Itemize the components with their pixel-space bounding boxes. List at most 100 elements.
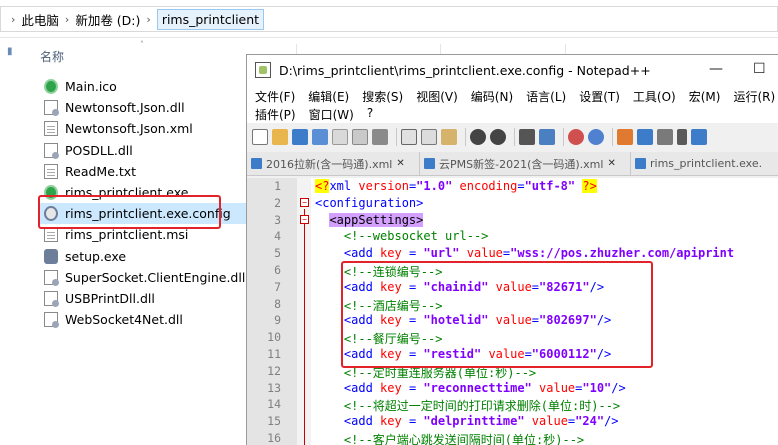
menu-item[interactable]: 语言(L) — [526, 88, 566, 105]
chevron-right-icon: › — [146, 12, 151, 26]
paste-icon[interactable] — [441, 129, 457, 145]
code-line[interactable]: 15 <add key = "delprinttime" value="24"/… — [247, 413, 778, 430]
menu-item[interactable]: 插件(P) — [255, 106, 296, 123]
line-number: 4 — [274, 229, 281, 244]
file-name: Newtonsoft.Json.xml — [65, 121, 193, 137]
menu-item[interactable]: 编辑(E) — [308, 88, 349, 105]
file-name: Newtonsoft.Json.dll — [65, 100, 185, 116]
line-number: 12 — [267, 363, 281, 378]
zoom-in-icon[interactable] — [568, 129, 584, 145]
undo-icon[interactable] — [470, 129, 486, 145]
sync-vertical-icon[interactable] — [617, 129, 633, 145]
open-file-icon[interactable] — [272, 129, 288, 145]
code-line[interactable]: 16 <!--客户端心跳发送间隔时间(单位:秒)--> — [247, 430, 778, 445]
menu-item[interactable]: 视图(V) — [416, 88, 458, 105]
installer-icon — [44, 227, 58, 243]
new-file-icon[interactable] — [252, 129, 268, 145]
menu-item[interactable]: 工具(O) — [633, 88, 676, 105]
show-all-characters-icon[interactable] — [677, 129, 687, 145]
replace-icon[interactable] — [539, 129, 555, 145]
menu-row-2: 插件(P) 窗口(W)? — [255, 106, 386, 123]
code-token: <add — [315, 246, 381, 261]
tab-label: rims_printclient.exe. — [650, 157, 763, 170]
document-tab[interactable]: 云PMS新签-2021(含一码通).xml ✕ — [420, 152, 631, 175]
code-text: <!--将超过一定时间的打印请求删除(单位:时)--> — [315, 397, 620, 414]
indent-guide-icon[interactable] — [691, 129, 707, 145]
menu-item[interactable]: 文件(F) — [255, 88, 295, 105]
menu-item[interactable]: 搜索(S) — [362, 88, 403, 105]
title-bar[interactable]: D:\rims_printclient\rims_printclient.exe… — [247, 55, 778, 85]
menu-item[interactable]: 宏(M) — [689, 88, 721, 105]
breadcrumb-drive-d[interactable]: 新加卷 (D:) — [75, 10, 140, 29]
file-list-item[interactable]: USBPrintDll.dll — [38, 288, 248, 309]
file-name: WebSocket4Net.dll — [65, 312, 183, 328]
file-list-item[interactable]: SuperSocket.ClientEngine.dll — [38, 267, 248, 288]
code-line[interactable]: 13 <add key = "reconnecttime" value="10"… — [247, 380, 778, 397]
menu-item[interactable]: ? — [367, 106, 373, 123]
column-name-header[interactable]: 名称 — [40, 48, 64, 65]
close-tab-icon[interactable]: ✕ — [396, 158, 404, 169]
code-line[interactable]: 3 − <appSettings> — [247, 212, 778, 229]
menu-item[interactable]: 编码(N) — [471, 88, 513, 105]
code-line[interactable]: 4 <!--websocket url--> — [247, 228, 778, 245]
code-token: "1.0" — [416, 179, 453, 193]
fold-toggle-icon[interactable]: − — [300, 197, 309, 207]
code-token: encoding — [459, 179, 518, 193]
code-token: "delprinttime" — [423, 414, 525, 429]
code-line[interactable]: 5 <add key = "url" value="wss://pos.zhuz… — [247, 245, 778, 262]
menu-item[interactable]: 设置(T) — [579, 88, 620, 105]
document-tab[interactable]: 2016拉新(含一码通).xml ✕ — [247, 152, 420, 175]
menu-item[interactable]: 运行(R) — [733, 88, 775, 105]
setup-gear-icon — [44, 248, 58, 264]
close-file-icon[interactable] — [332, 129, 348, 145]
address-bar[interactable]: › 此电脑 › 新加卷 (D:) › rims_printclient — [0, 0, 778, 38]
fold-toggle-icon[interactable]: − — [300, 214, 309, 224]
code-line[interactable]: 2 − <configuration> — [247, 195, 778, 212]
cut-icon[interactable] — [401, 129, 417, 145]
copy-icon[interactable] — [421, 129, 437, 145]
code-text: <!--websocket url--> — [315, 229, 489, 244]
file-list-item[interactable]: POSDLL.dll — [38, 140, 248, 161]
breadcrumb-this-pc[interactable]: 此电脑 — [21, 10, 59, 29]
line-number: 5 — [274, 246, 281, 261]
code-token: value — [531, 414, 568, 429]
breadcrumb-folder[interactable]: rims_printclient — [156, 8, 265, 30]
notepad-app-icon[interactable] — [255, 62, 271, 78]
toolbar-divider — [514, 128, 515, 146]
menu-item[interactable]: 窗口(W) — [309, 106, 354, 123]
code-token: "10" — [582, 380, 612, 395]
code-token: <!--websocket url--> — [315, 229, 489, 244]
save-all-icon[interactable] — [312, 129, 328, 145]
chevron-right-icon: › — [64, 12, 70, 26]
find-icon[interactable] — [519, 129, 535, 145]
close-tab-icon[interactable]: ✕ — [607, 158, 615, 169]
xml-file-icon — [44, 121, 58, 137]
dll-file-icon — [44, 312, 59, 329]
code-line[interactable]: 14 <!--将超过一定时间的打印请求删除(单位:时)--> — [247, 396, 778, 413]
save-icon[interactable] — [292, 129, 308, 145]
code-token: /> — [611, 380, 626, 395]
code-token: <!--客户端心跳发送间隔时间(单位:秒)--> — [315, 433, 585, 445]
code-token: /> — [604, 414, 619, 429]
file-list-item[interactable]: Main.ico — [38, 76, 248, 97]
zoom-out-icon[interactable] — [588, 129, 604, 145]
code-line[interactable]: 1 <?xml version="1.0" encoding="utf-8" ?> — [247, 178, 778, 195]
file-list-item[interactable]: Newtonsoft.Json.xml — [38, 118, 248, 139]
file-list-item[interactable]: WebSocket4Net.dll — [38, 309, 248, 330]
file-list-item[interactable]: ReadMe.txt — [38, 161, 248, 182]
sync-horizontal-icon[interactable] — [637, 129, 653, 145]
close-all-icon[interactable] — [352, 129, 368, 145]
maximize-button[interactable]: ☐ — [753, 61, 766, 77]
breadcrumb[interactable]: › 此电脑 › 新加卷 (D:) › rims_printclient — [0, 6, 778, 32]
file-list-item[interactable]: Newtonsoft.Json.dll — [38, 97, 248, 118]
print-icon[interactable] — [372, 129, 388, 145]
code-token: "reconnecttime" — [423, 380, 532, 395]
document-tab[interactable]: rims_printclient.exe. — [631, 152, 778, 175]
minimize-button[interactable]: — — [709, 61, 723, 77]
file-list-item[interactable]: setup.exe — [38, 246, 248, 267]
word-wrap-icon[interactable] — [657, 129, 673, 145]
save-status-icon — [251, 158, 262, 169]
redo-icon[interactable] — [490, 129, 506, 145]
